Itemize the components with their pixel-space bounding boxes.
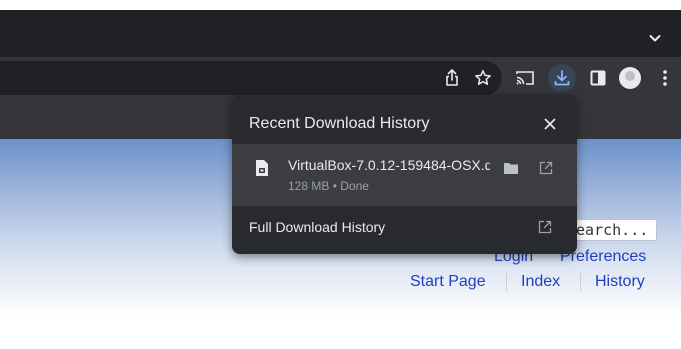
download-history-popup: Recent Download History VirtualBox-7.0.1… [232, 95, 577, 254]
bookmark-star-button[interactable] [469, 64, 497, 92]
side-panel-icon [590, 70, 606, 86]
tab-search-button[interactable] [643, 26, 667, 50]
open-in-new-icon [539, 161, 553, 175]
full-download-history-link[interactable]: Full Download History [232, 206, 577, 254]
index-link[interactable]: Index [521, 273, 560, 291]
close-button[interactable] [541, 115, 559, 133]
side-panel-button[interactable] [584, 64, 612, 92]
downloads-button[interactable] [548, 64, 576, 92]
download-file-name: VirtualBox-7.0.12-159484-OSX.dmg [288, 157, 490, 173]
history-link[interactable]: History [595, 273, 645, 291]
avatar [619, 67, 641, 89]
bookmark-star-icon [475, 70, 491, 85]
address-bar[interactable] [0, 61, 502, 95]
full-history-label: Full Download History [249, 219, 386, 235]
chevron-down-icon [649, 35, 661, 42]
show-in-folder-button[interactable] [501, 158, 521, 178]
share-icon [446, 69, 458, 86]
window-top-edge [0, 0, 681, 10]
link-separator [580, 273, 581, 291]
kebab-menu-icon [663, 70, 667, 86]
download-status: 128 MB • Done [288, 179, 369, 193]
open-in-new-icon [536, 218, 554, 236]
file-icon [256, 160, 268, 176]
menu-button[interactable] [651, 64, 679, 92]
folder-icon [504, 163, 518, 174]
popup-title: Recent Download History [249, 115, 430, 132]
share-button[interactable] [438, 64, 466, 92]
close-icon [544, 118, 556, 130]
download-icon [554, 70, 570, 86]
link-separator [506, 273, 507, 291]
cast-button[interactable] [511, 64, 539, 92]
cast-icon [516, 71, 534, 85]
start-page-link[interactable]: Start Page [410, 273, 486, 291]
browser-window: Search... Login Preferences Start Page I… [0, 0, 681, 349]
download-item[interactable]: VirtualBox-7.0.12-159484-OSX.dmg 128 MB … [232, 144, 577, 206]
open-download-button[interactable] [536, 158, 556, 178]
profile-button[interactable] [616, 64, 644, 92]
